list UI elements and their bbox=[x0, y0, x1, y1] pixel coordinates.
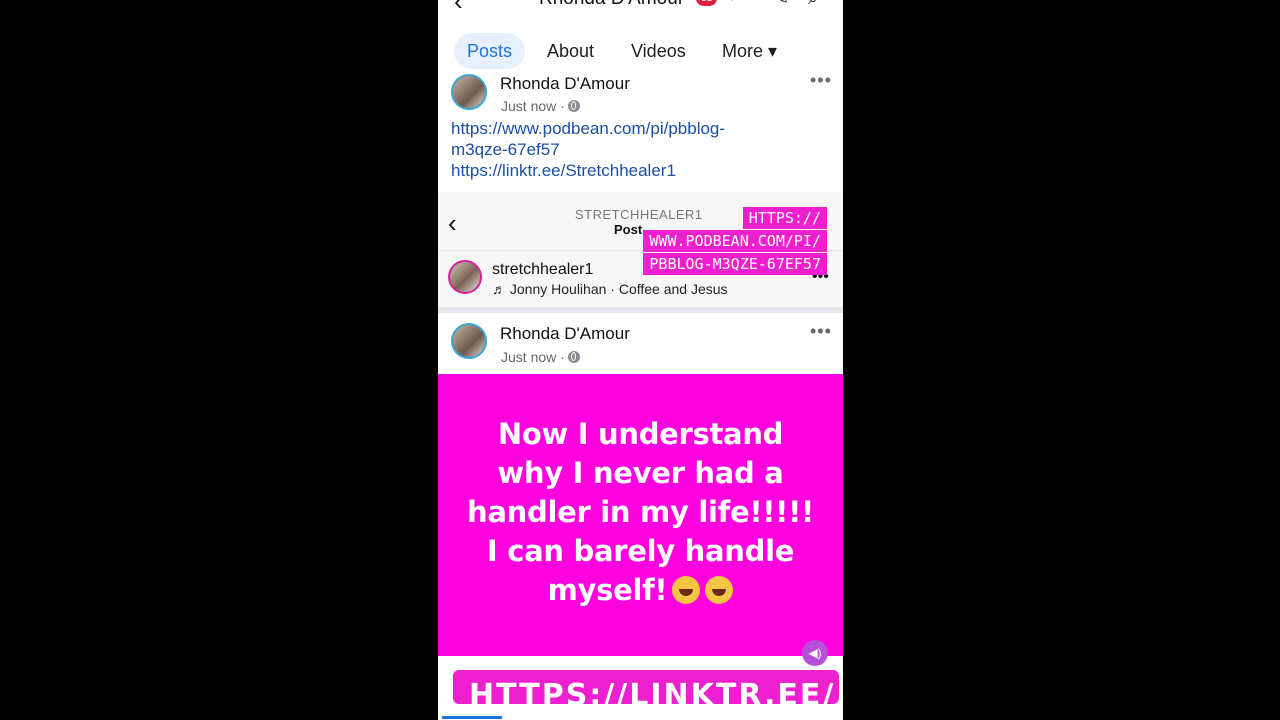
tab-more[interactable]: More ▾ bbox=[722, 33, 777, 69]
sticker-line-3: PBBLOG-M3QZE-67EF57 bbox=[643, 253, 827, 275]
more-options-icon[interactable]: ••• bbox=[810, 70, 832, 91]
post-image[interactable]: Now I understand why I never had a handl… bbox=[438, 374, 843, 666]
globe-icon bbox=[567, 351, 580, 363]
text-line-last: myself! bbox=[438, 571, 843, 610]
text-line: handler in my life!!!!! bbox=[467, 495, 814, 529]
edit-icon[interactable]: ✎ bbox=[774, 0, 789, 9]
text-line: Now I understand bbox=[497, 417, 784, 451]
podbean-link-cont[interactable]: m3qze-67ef57 bbox=[451, 140, 560, 160]
post-time-text: Just now · bbox=[501, 98, 565, 114]
more-options-icon[interactable]: ••• bbox=[810, 321, 832, 342]
tab-posts[interactable]: Posts bbox=[454, 33, 526, 69]
profile-header: ‹ Rhonda D'Amour 31 ▾ ✎ ⌕ bbox=[438, 0, 843, 22]
back-arrow-icon: ‹ bbox=[448, 208, 457, 238]
chevron-down-icon[interactable]: ▾ bbox=[729, 0, 735, 4]
text-line: why I never had a bbox=[497, 456, 784, 490]
back-arrow-icon[interactable]: ‹ bbox=[454, 0, 463, 17]
podbean-link[interactable]: https://www.podbean.com/pi/pbblog- bbox=[451, 119, 725, 139]
notification-badge: 31 bbox=[696, 0, 718, 6]
text-line: I can barely handle bbox=[486, 534, 795, 568]
tab-about[interactable]: About bbox=[547, 33, 594, 69]
profile-tabs: Posts About Videos More ▾ bbox=[438, 30, 843, 74]
post-author[interactable]: Rhonda D'Amour bbox=[500, 74, 630, 94]
search-icon[interactable]: ⌕ bbox=[808, 0, 818, 9]
podbean-url-sticker: HTTPS:// WWW.PODBEAN.COM/PI/ PBBLOG-M3QZ… bbox=[612, 207, 827, 276]
linktree-url-sticker: HTTPS://LINKTR.EE/ bbox=[453, 670, 839, 704]
laughing-emoji-icon bbox=[672, 576, 701, 604]
instagram-avatar bbox=[448, 260, 482, 294]
tab-videos[interactable]: Videos bbox=[631, 33, 686, 69]
post-separator bbox=[438, 307, 843, 313]
instagram-username: stretchhealer1 bbox=[492, 261, 594, 278]
profile-name: Rhonda D'Amour bbox=[539, 0, 684, 10]
sound-icon[interactable]: ◀) bbox=[802, 640, 828, 666]
globe-icon bbox=[567, 100, 580, 112]
sticker-line-1: HTTPS:// bbox=[742, 207, 827, 229]
music-credit: ♬ Jonny Houlihan · Coffee and Jesus bbox=[492, 281, 728, 297]
avatar[interactable] bbox=[451, 323, 487, 359]
linktree-link[interactable]: https://linktr.ee/Stretchhealer1 bbox=[451, 161, 676, 181]
avatar[interactable] bbox=[451, 74, 487, 110]
post-time-text: Just now · bbox=[501, 349, 565, 365]
post-image-text: Now I understand why I never had a handl… bbox=[438, 415, 843, 610]
bottom-sticker-text: HTTPS://LINKTR.EE/ bbox=[469, 678, 836, 704]
sticker-line-2: WWW.PODBEAN.COM/PI/ bbox=[643, 230, 827, 252]
text-line: myself! bbox=[547, 573, 668, 607]
laughing-emoji-icon bbox=[705, 576, 734, 604]
video-progress-bar[interactable] bbox=[442, 716, 502, 719]
post-time: Just now · bbox=[501, 349, 580, 365]
post-time: Just now · bbox=[501, 98, 580, 114]
post-author[interactable]: Rhonda D'Amour bbox=[500, 324, 630, 344]
phone-screen: ‹ Rhonda D'Amour 31 ▾ ✎ ⌕ Posts About Vi… bbox=[438, 0, 843, 720]
